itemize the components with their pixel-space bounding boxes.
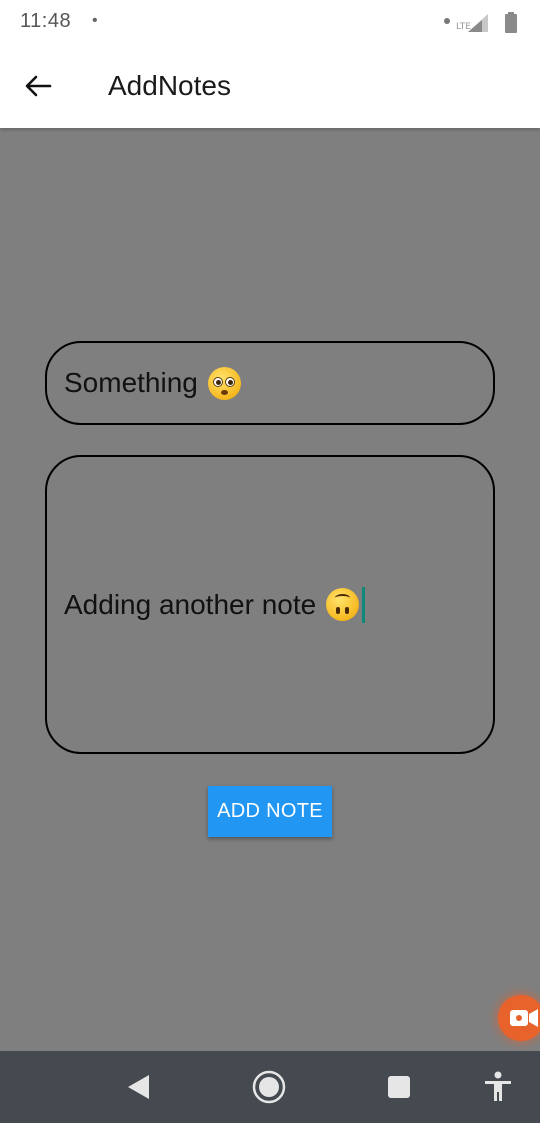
nav-home-button[interactable] (251, 1069, 287, 1105)
nav-accessibility-button[interactable] (480, 1069, 516, 1105)
back-button[interactable] (18, 66, 58, 106)
note-body-input[interactable]: Adding another note (45, 455, 495, 754)
page-title: AddNotes (108, 70, 231, 101)
status-time: 11:48 (20, 10, 72, 32)
text-cursor (362, 586, 366, 623)
video-camera-icon (510, 1009, 538, 1027)
navigation-bar (0, 1051, 540, 1123)
accessibility-icon (485, 1071, 511, 1101)
nav-recents-button[interactable] (381, 1069, 417, 1105)
signal-icon (468, 14, 488, 32)
app-bar: AddNotes (0, 44, 540, 128)
notification-dot: • (92, 12, 98, 29)
arrow-left-icon (25, 75, 52, 97)
battery-icon (505, 12, 517, 33)
home-circle-icon (252, 1070, 286, 1104)
note-body-value: Adding another note (64, 588, 317, 620)
status-bar: 11:48 • LTE (0, 0, 540, 44)
add-note-button[interactable]: ADD NOTE (208, 786, 332, 837)
signal-dot-icon (444, 18, 450, 24)
nav-back-button[interactable] (120, 1069, 156, 1105)
recents-square-icon (388, 1076, 410, 1098)
pleading-face-emoji-icon (207, 366, 241, 400)
screen-record-button[interactable] (498, 995, 540, 1041)
back-triangle-icon (128, 1075, 149, 1099)
upside-down-face-emoji-icon (326, 588, 360, 621)
note-title-input[interactable]: Something (45, 341, 495, 425)
title-input-value: Something (64, 367, 198, 398)
